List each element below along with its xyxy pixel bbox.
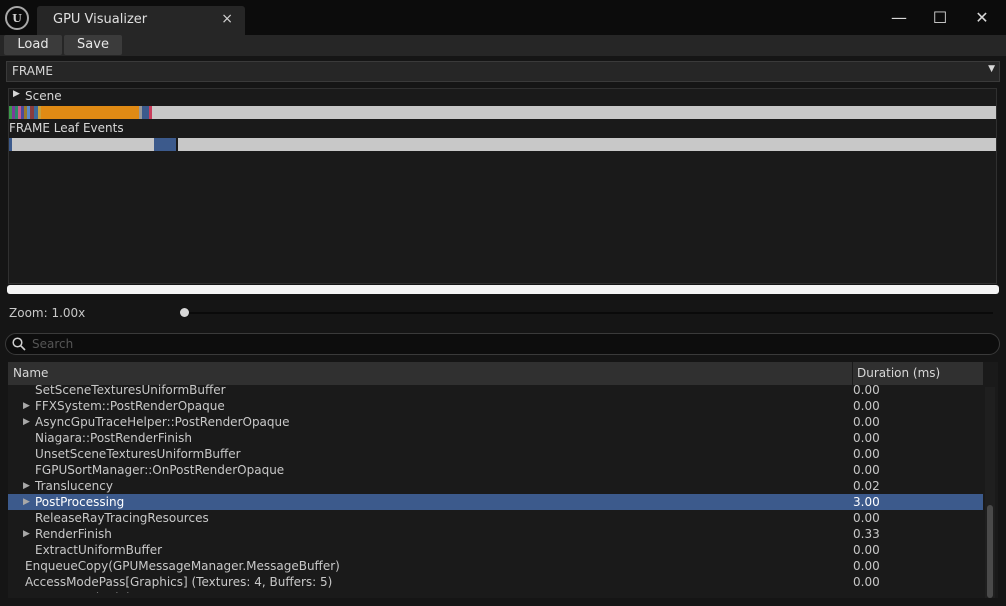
event-duration: 0.01 [853,590,880,593]
table-row[interactable]: ▶ FFXSystem::PostRenderOpaque 0.00 [8,398,983,414]
search-box[interactable] [5,333,1000,355]
event-duration: 0.00 [853,431,880,445]
table-row[interactable]: ReleaseRayTracingResources 0.00 [8,510,983,526]
table-row[interactable]: Niagara::PostRenderFinish 0.00 [8,430,983,446]
event-name: Translucency [35,479,113,493]
event-duration: 0.00 [853,383,880,397]
event-name: ExtractUniformBuffer [35,543,163,557]
event-duration: 0.02 [853,479,880,493]
search-input[interactable] [32,336,932,352]
event-duration: 0.33 [853,527,880,541]
event-name: EnqueueCopy(GPUMessageManager.MessageBuf… [25,559,340,573]
expand-arrow-icon[interactable]: ▶ [23,478,30,494]
expand-arrow-icon[interactable]: ▶ [23,414,30,430]
event-bar[interactable] [176,138,178,151]
table-row[interactable]: ▶ Translucency 0.02 [8,478,983,494]
table-row[interactable]: AccessModePass[Graphics] (Textures: 4, B… [8,574,983,590]
event-duration: 0.00 [853,511,880,525]
scene-expand-arrow-icon[interactable]: ▶ [13,89,20,99]
event-name: Niagara::PostRenderFinish [35,431,192,445]
title-bar: U GPU Visualizer × — ☐ ✕ [0,0,1006,35]
toolbar: Load Save [0,35,1006,56]
close-tab-icon[interactable]: × [221,11,233,27]
table-row[interactable]: FGPUSortManager::OnPostRenderOpaque 0.00 [8,462,983,478]
event-name: RenderFinish [35,527,112,541]
gpu-visualizer-window: U GPU Visualizer × — ☐ ✕ Load Save FRAME… [0,0,1006,606]
table-row[interactable]: ▶ RenderFinish 0.33 [8,526,983,542]
event-name: FGPUSortManager::OnPostRenderOpaque [35,463,285,477]
expand-arrow-icon[interactable]: ▶ [23,398,30,414]
table-rows: SetSceneTexturesUniformBuffer 0.00 ▶ FFXSys… [8,382,983,593]
event-name: UnsetSceneTexturesUniformBuffer [35,447,241,461]
event-name: ReleaseRayTracingResources [35,511,209,525]
event-bar[interactable] [149,106,152,119]
zoom-slider-track[interactable] [184,312,993,314]
column-header-name[interactable]: Name [13,366,48,380]
frame-dropdown-value: FRAME [12,64,53,78]
tab-gpu-visualizer[interactable]: GPU Visualizer × [37,6,245,35]
chevron-down-icon: ▼ [988,64,995,74]
event-name: SetSceneTexturesUniformBuffer [35,383,226,397]
table-row[interactable]: CanvasBatchedElements 0.01 [8,590,983,593]
event-bar[interactable] [142,106,149,119]
leaf-event-track[interactable] [9,138,996,151]
event-duration: 0.00 [853,447,880,461]
event-duration: 3.00 [853,495,880,509]
maximize-button[interactable]: ☐ [928,7,952,29]
save-button[interactable]: Save [64,35,122,55]
event-visualizer-panel: ▶ Scene FRAME Leaf Events [8,88,997,284]
table-row[interactable]: SetSceneTexturesUniformBuffer 0.00 [8,382,983,398]
table-row[interactable]: ▶ AsyncGpuTraceHelper::PostRenderOpaque 0.… [8,414,983,430]
table-row[interactable]: UnsetSceneTexturesUniformBuffer 0.00 [8,446,983,462]
search-icon [12,337,26,351]
vertical-scrollbar[interactable] [985,387,995,598]
event-name: AsyncGpuTraceHelper::PostRenderOpaque [35,415,290,429]
zoom-slider-thumb[interactable] [180,308,189,317]
event-name: FFXSystem::PostRenderOpaque [35,399,225,413]
event-duration: 0.00 [853,399,880,413]
leaf-events-label: FRAME Leaf Events [9,121,124,135]
table-row[interactable]: ExtractUniformBuffer 0.00 [8,542,983,558]
event-name: CanvasBatchedElements [25,590,174,593]
frame-dropdown[interactable]: FRAME ▼ [6,61,1000,82]
minimize-button[interactable]: — [887,7,911,29]
event-name: PostProcessing [35,495,125,509]
unreal-logo-icon: U [5,6,29,30]
close-window-button[interactable]: ✕ [970,7,994,29]
expand-arrow-icon[interactable]: ▶ [23,526,30,542]
zoom-label: Zoom: 1.00x [9,306,86,320]
event-bar[interactable] [9,138,12,151]
timeline-baseline [7,285,999,294]
table-row[interactable]: EnqueueCopy(GPUMessageManager.MessageBuf… [8,558,983,574]
event-bar-highlight[interactable] [41,106,139,119]
event-duration: 0.00 [853,415,880,429]
scene-label: Scene [25,89,62,103]
event-duration: 0.00 [853,575,880,589]
load-button[interactable]: Load [4,35,62,55]
event-name: AccessModePass[Graphics] (Textures: 4, B… [25,575,333,589]
expand-arrow-icon[interactable]: ▶ [23,494,30,510]
event-duration: 0.00 [853,559,880,573]
event-bar-selected[interactable] [154,138,176,151]
event-duration: 0.00 [853,543,880,557]
events-table: Name Duration (ms) SetSceneTexturesUnifo… [8,362,998,598]
scene-event-track[interactable] [9,106,996,119]
window-title: GPU Visualizer [53,12,148,27]
event-duration: 0.00 [853,463,880,477]
column-header-duration[interactable]: Duration (ms) [857,366,940,380]
table-row[interactable]: ▶ PostProcessing 3.00 [8,494,983,510]
scrollbar-thumb[interactable] [987,505,993,598]
